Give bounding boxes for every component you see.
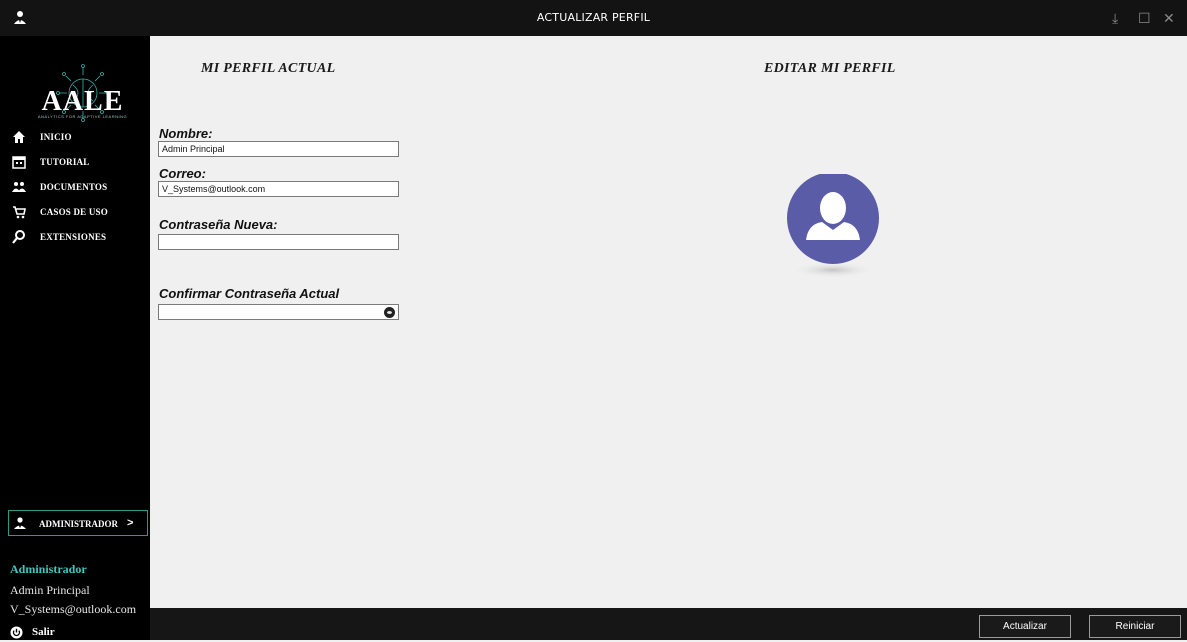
action-bar: Actualizar Reiniciar bbox=[150, 608, 1187, 640]
administrator-button[interactable]: ADMINISTRADOR > bbox=[8, 510, 148, 536]
sidebar-item-casos-de-uso[interactable]: CASOS DE USO bbox=[0, 202, 150, 224]
cart-icon bbox=[13, 206, 26, 219]
user-tie-icon bbox=[14, 517, 26, 529]
sidebar-item-label: EXTENSIONES bbox=[40, 232, 107, 242]
title-bar: ACTUALIZAR PERFIL ⤓ ☐ ✕ bbox=[0, 0, 1187, 36]
new-password-label: Contraseña Nueva: bbox=[159, 217, 278, 232]
user-role: Administrador bbox=[10, 562, 87, 576]
sidebar-item-inicio[interactable]: INICIO bbox=[0, 127, 150, 149]
sidebar-item-label: TUTORIAL bbox=[40, 157, 90, 167]
avatar-icon[interactable] bbox=[780, 174, 890, 292]
sidebar: AALE ANALYTICS FOR ADAPTIVE LEARNING INI… bbox=[0, 36, 150, 640]
email-field[interactable]: V_Systems@outlook.com bbox=[158, 181, 399, 197]
calendar-icon bbox=[12, 156, 26, 169]
name-label: Nombre: bbox=[159, 126, 213, 141]
eye-icon[interactable] bbox=[384, 307, 395, 318]
reset-button[interactable]: Reiniciar bbox=[1089, 615, 1181, 638]
confirm-password-field[interactable] bbox=[158, 304, 399, 320]
sidebar-item-tutorial[interactable]: TUTORIAL bbox=[0, 152, 150, 174]
name-field[interactable]: Admin Principal bbox=[158, 141, 399, 157]
download-icon[interactable]: ⤓ bbox=[1112, 10, 1118, 26]
search-icon bbox=[12, 230, 25, 244]
maximize-icon[interactable]: ☐ bbox=[1138, 10, 1151, 26]
user-name: Admin Principal bbox=[10, 583, 90, 597]
home-icon bbox=[13, 131, 25, 143]
sidebar-item-extensiones[interactable]: EXTENSIONES bbox=[0, 227, 150, 249]
power-icon bbox=[10, 626, 23, 639]
current-profile-heading: MI PERFIL ACTUAL bbox=[201, 61, 336, 76]
sidebar-item-label: DOCUMENTOS bbox=[40, 182, 108, 192]
confirm-password-label: Confirmar Contraseña Actual bbox=[159, 286, 340, 301]
sidebar-item-label: CASOS DE USO bbox=[40, 207, 108, 217]
users-icon bbox=[12, 182, 26, 192]
logout-label: Salir bbox=[32, 626, 55, 638]
edit-profile-heading: EDITAR MI PERFIL bbox=[764, 61, 896, 76]
close-icon[interactable]: ✕ bbox=[1163, 10, 1175, 26]
user-email: V_Systems@outlook.com bbox=[10, 602, 137, 616]
chevron-right-icon: > bbox=[127, 517, 134, 529]
email-label: Correo: bbox=[159, 166, 206, 181]
window-title: ACTUALIZAR PERFIL bbox=[536, 11, 651, 24]
logo-subtitle: ANALYTICS FOR ADAPTIVE LEARNING bbox=[37, 114, 128, 119]
update-button[interactable]: Actualizar bbox=[979, 615, 1071, 638]
sidebar-item-documentos[interactable]: DOCUMENTOS bbox=[0, 177, 150, 199]
administrator-label: ADMINISTRADOR bbox=[39, 519, 119, 529]
sidebar-item-label: INICIO bbox=[40, 132, 72, 142]
new-password-field[interactable] bbox=[158, 234, 399, 250]
